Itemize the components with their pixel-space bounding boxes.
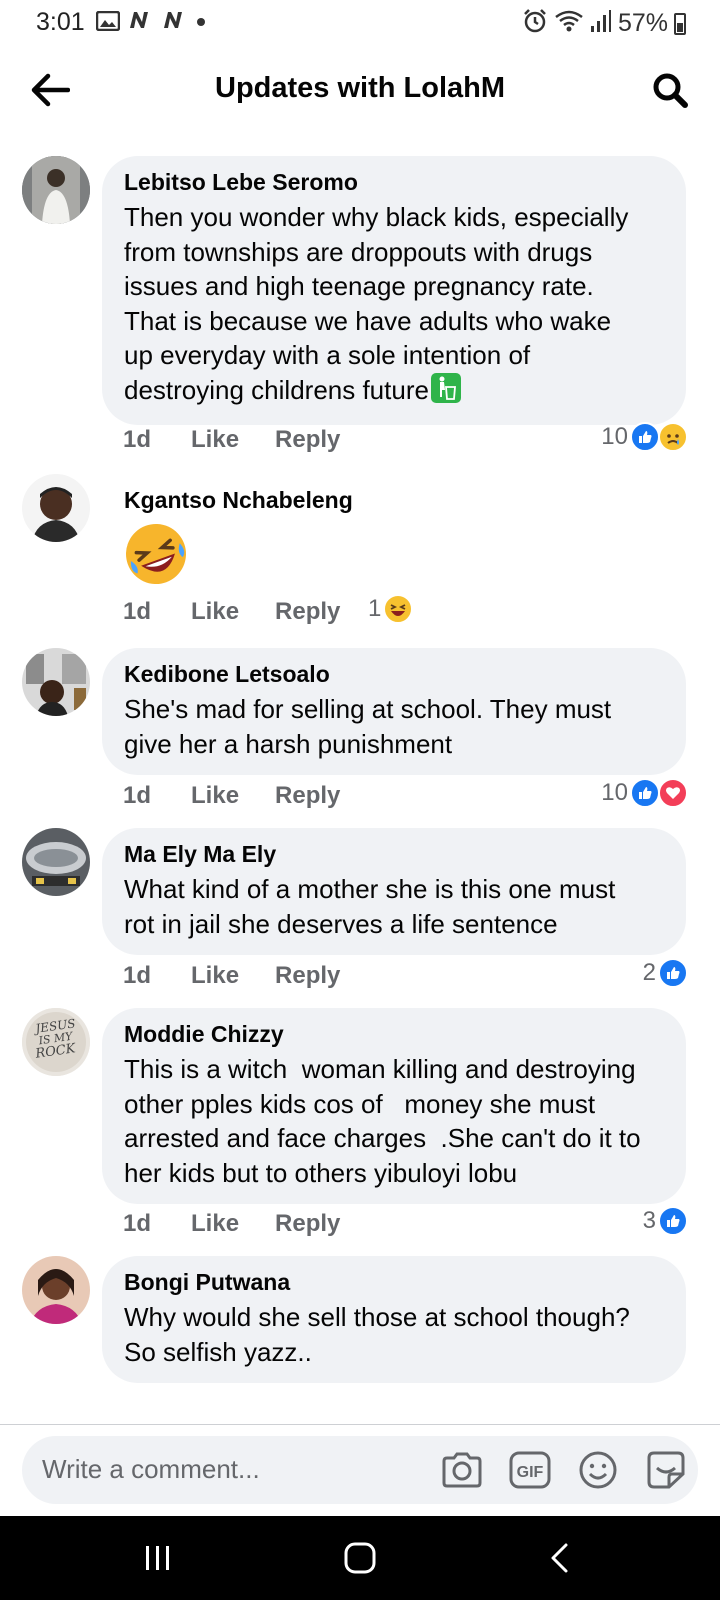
composer-divider [0,1424,720,1425]
rolling-laughing-emoji-icon [124,522,480,591]
comment-text: This is a witch woman killing and destro… [124,1054,641,1188]
reaction-count: 10 [601,423,628,450]
reaction-summary[interactable]: 10 [601,778,688,808]
comment-author[interactable]: Ma Ely Ma Ely [124,840,664,868]
status-right-icons: 57% [522,8,686,39]
comment-time[interactable]: 1d [123,598,151,626]
reaction-summary[interactable]: 2 [643,958,688,988]
sad-reaction-icon [658,422,688,452]
like-button[interactable]: Like [191,598,239,626]
home-button[interactable] [330,1538,390,1578]
comment-bubble[interactable]: Kgantso Nchabeleng [102,474,502,605]
dot-icon [196,14,206,32]
reaction-summary[interactable]: 1 [368,594,414,624]
comment-text: She's mad for selling at school. They mu… [124,694,612,759]
n-icon [128,10,154,36]
comment-author[interactable]: Moddie Chizzy [124,1020,664,1048]
haha-reaction-icon [383,594,414,624]
wastebasket-emoji-icon [430,372,461,412]
comment-time[interactable]: 1d [123,962,151,990]
like-button[interactable]: Like [191,962,239,990]
like-reaction-icon [630,422,660,452]
comment-actions: 1d Like Reply [123,1210,340,1238]
reaction-summary[interactable]: 3 [643,1206,688,1236]
composer-icons: GIF [440,1450,688,1490]
comments-list: Lebitso Lebe Seromo Then you wonder why … [0,134,720,1424]
reaction-summary[interactable]: 10 [601,422,688,452]
svg-text:GIF: GIF [517,1464,544,1481]
n-icon [162,10,188,36]
avatar[interactable] [22,648,90,716]
avatar[interactable]: JESUS IS MY ROCK [22,1008,90,1076]
battery-percent: 57% [617,9,668,37]
like-reaction-icon [658,958,688,988]
comment-text: Why would she sell those at school thoug… [124,1302,630,1367]
reaction-count: 3 [642,1207,656,1234]
notification-icons [95,10,206,36]
avatar-image: JESUS IS MY ROCK [22,1008,90,1076]
back-nav-button[interactable] [530,1538,590,1578]
sticker-icon[interactable] [644,1450,688,1490]
avatar[interactable] [22,156,90,224]
comment-bubble[interactable]: Moddie Chizzy This is a witch woman kill… [102,1008,686,1204]
comment-bubble[interactable]: Kedibone Letsoalo She's mad for selling … [102,648,686,775]
reply-button[interactable]: Reply [275,782,340,810]
reply-button[interactable]: Reply [275,1210,340,1238]
back-nav-icon [551,1543,568,1573]
emoji-icon[interactable] [576,1450,620,1490]
comment-actions: 1d Like Reply [123,962,340,990]
reaction-count: 10 [601,779,628,806]
battery-icon [674,12,686,35]
comment-actions: 1d Like Reply [123,782,340,810]
gif-icon[interactable]: GIF [508,1450,552,1490]
like-button[interactable]: Like [191,782,239,810]
status-time: 3:01 [36,8,85,36]
avatar[interactable] [22,828,90,896]
reply-button[interactable]: Reply [275,598,340,626]
status-bar: 3:01 57% [0,0,720,46]
comment-author[interactable]: Bongi Putwana [124,1268,664,1296]
alarm-icon [522,8,548,39]
like-button[interactable]: Like [191,426,239,454]
camera-icon[interactable] [440,1450,484,1490]
page-title: Updates with LolahM [215,72,505,104]
comment-text: Then you wonder why black kids, especial… [124,200,664,411]
avatar[interactable] [22,1256,90,1324]
comment-text: What kind of a mother she is this one mu… [124,874,616,939]
comment-bubble[interactable]: Lebitso Lebe Seromo Then you wonder why … [102,156,686,425]
search-icon [653,73,688,108]
comment-bubble[interactable]: Ma Ely Ma Ely What kind of a mother she … [102,828,686,955]
comment-time[interactable]: 1d [123,1210,151,1238]
recent-apps-icon [146,1546,169,1570]
comment-time[interactable]: 1d [123,782,151,810]
wifi-icon [554,9,584,38]
signal-icon [590,9,612,38]
header: Updates with LolahM [0,46,720,134]
home-icon [344,1542,376,1574]
comment-input[interactable] [42,1454,402,1485]
comment-author[interactable]: Lebitso Lebe Seromo [124,168,664,196]
comment-actions: 1d Like Reply [123,598,340,626]
avatar[interactable] [22,474,90,542]
love-reaction-icon [658,778,688,808]
like-reaction-icon [630,778,660,808]
system-nav-bar [0,1516,720,1600]
recent-apps-button[interactable] [128,1538,188,1578]
comment-composer: GIF [22,1436,698,1504]
reply-button[interactable]: Reply [275,426,340,454]
comment-actions: 1d Like Reply [123,426,340,454]
reply-button[interactable]: Reply [275,962,340,990]
comment-author[interactable]: Kedibone Letsoalo [124,660,664,688]
like-button[interactable]: Like [191,1210,239,1238]
comment-author[interactable]: Kgantso Nchabeleng [124,486,480,514]
comment-bubble[interactable]: Bongi Putwana Why would she sell those a… [102,1256,686,1383]
reaction-count: 1 [368,595,382,622]
gallery-icon [95,10,121,36]
search-button[interactable] [648,68,692,112]
like-reaction-icon [658,1206,688,1236]
reaction-count: 2 [642,959,656,986]
comment-time[interactable]: 1d [123,426,151,454]
